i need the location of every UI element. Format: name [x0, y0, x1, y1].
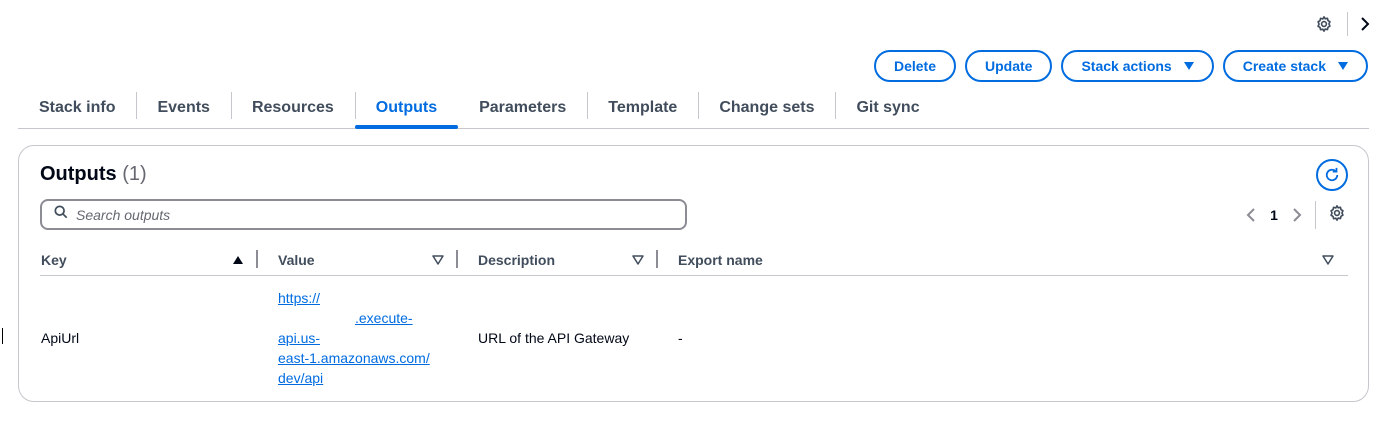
panel-title-text: Outputs	[40, 163, 117, 185]
sort-descending-icon	[632, 255, 644, 265]
text-cursor	[2, 328, 3, 344]
column-label-value: Value	[278, 252, 315, 268]
stack-tabs: Stack info Events Resources Outputs Para…	[18, 88, 1369, 129]
tab-events[interactable]: Events	[136, 88, 230, 128]
url-line: https://	[278, 290, 321, 307]
outputs-count: (1)	[122, 163, 147, 185]
stack-actions-toolbar: Delete Update Stack actions Create stack	[873, 50, 1368, 82]
page-number[interactable]: 1	[1261, 207, 1287, 223]
cell-key: ApiUrl	[41, 330, 80, 347]
panel-title: Outputs (1)	[40, 163, 147, 186]
sort-descending-icon	[1322, 255, 1334, 265]
sort-descending-icon	[432, 255, 444, 265]
tab-stack-info[interactable]: Stack info	[18, 88, 136, 128]
top-utility-bar	[1313, 12, 1372, 36]
outputs-table: Key Value Description Export name ApiUrl…	[40, 245, 1348, 401]
delete-button[interactable]: Delete	[873, 50, 956, 82]
sort-ascending-icon	[233, 256, 243, 264]
refresh-icon	[1325, 167, 1339, 182]
table-header-row: Key Value Description Export name	[40, 245, 1348, 276]
tab-resources[interactable]: Resources	[230, 88, 355, 128]
search-input[interactable]	[76, 206, 636, 223]
column-header-value[interactable]: Value	[258, 245, 458, 276]
api-url-link[interactable]: https:// .execute- api.us- east-1.amazon…	[278, 288, 438, 388]
tab-git-sync[interactable]: Git sync	[835, 88, 940, 128]
tab-outputs[interactable]: Outputs	[354, 88, 459, 129]
url-line: .execute-	[355, 310, 413, 327]
create-stack-dropdown[interactable]: Create stack	[1222, 50, 1368, 82]
column-label-key: Key	[41, 252, 67, 268]
tab-template[interactable]: Template	[587, 88, 698, 128]
chevron-right-icon[interactable]	[1287, 207, 1307, 223]
column-label-export-name: Export name	[678, 252, 763, 268]
tab-parameters[interactable]: Parameters	[458, 88, 587, 128]
settings-gear-icon[interactable]	[1313, 13, 1335, 35]
outputs-panel: Outputs (1) 1 Key	[18, 145, 1369, 402]
caret-down-icon	[1338, 62, 1348, 70]
caret-down-icon	[1183, 62, 1194, 70]
search-icon	[54, 205, 68, 224]
url-line: east-1.amazonaws.com/	[278, 350, 430, 367]
cell-value: https:// .execute- api.us- east-1.amazon…	[258, 276, 458, 401]
cell-description: URL of the API Gateway	[478, 330, 630, 347]
divider	[1347, 12, 1348, 36]
column-header-description[interactable]: Description	[458, 245, 658, 276]
table-settings-gear-icon[interactable]	[1328, 204, 1346, 227]
divider	[1315, 201, 1316, 229]
column-header-export-name[interactable]: Export name	[658, 245, 1348, 276]
create-stack-label: Create stack	[1242, 58, 1326, 74]
chevron-left-icon[interactable]	[1241, 207, 1261, 223]
cell-export-name: -	[678, 330, 683, 347]
pagination: 1	[1241, 201, 1346, 229]
update-button[interactable]: Update	[965, 50, 1053, 82]
column-header-key[interactable]: Key	[40, 245, 258, 276]
refresh-button[interactable]	[1316, 159, 1348, 191]
stack-actions-dropdown[interactable]: Stack actions	[1061, 50, 1214, 82]
stack-actions-label: Stack actions	[1081, 58, 1172, 74]
table-row: ApiUrl https:// .execute- api.us- east-1…	[40, 276, 1348, 401]
tab-change-sets[interactable]: Change sets	[698, 88, 835, 128]
chevron-right-icon[interactable]	[1358, 13, 1372, 35]
url-line: api.us-	[278, 330, 321, 347]
url-line: dev/api	[278, 370, 324, 387]
column-label-description: Description	[478, 252, 556, 268]
search-field[interactable]	[40, 199, 687, 230]
